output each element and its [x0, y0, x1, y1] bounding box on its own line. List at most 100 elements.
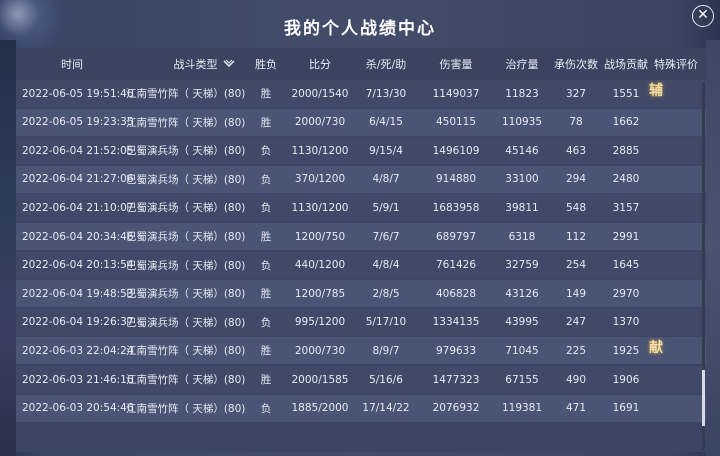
- table-row[interactable]: 2022-06-04 20:34:46 巴蜀演兵场（ 天梯）(80) 胜 1200/7…: [16, 223, 706, 250]
- cell-hits-taken: 225: [565, 344, 587, 357]
- cell-time: 2022-06-04 20:34:46: [22, 230, 134, 243]
- cell-hits-taken: 463: [565, 144, 587, 157]
- cell-result: 负: [260, 259, 272, 272]
- cell-hits-taken: 149: [565, 287, 587, 300]
- cell-kda: 7/6/7: [372, 230, 400, 243]
- cell-time: 2022-06-04 20:13:54: [22, 259, 134, 272]
- table-row[interactable]: 2022-06-05 19:51:46 江南雪竹阵（ 天梯）(80) 胜 2000/1…: [16, 80, 706, 107]
- table-row[interactable]: 2022-06-04 21:52:05 巴蜀演兵场（ 天梯）(80) 负 1130/1…: [16, 137, 706, 165]
- cell-type: 巴蜀演兵场（ 天梯）(80): [126, 316, 246, 329]
- cell-damage: 761426: [435, 259, 477, 272]
- header-time: 时间: [61, 58, 83, 71]
- cell-score: 2000/1540: [291, 87, 349, 100]
- cell-hits-taken: 490: [565, 373, 587, 386]
- cell-time: 2022-06-04 21:52:05: [22, 144, 134, 157]
- cell-kda: 17/14/22: [362, 402, 410, 415]
- cell-time: 2022-06-05 19:51:46: [22, 87, 134, 100]
- records-panel: 时间 战斗类型 胜负 比分 杀/死/助 伤害量 治疗量 承伤次数 战场贡献 特殊…: [16, 48, 706, 452]
- cell-hits-taken: 112: [565, 230, 587, 243]
- cell-special: [631, 362, 681, 389]
- cell-type: 江南雪竹阵（ 天梯）(80): [126, 116, 246, 129]
- cell-score: 1200/785: [294, 287, 346, 300]
- table-row[interactable]: 2022-06-05 19:23:35 江南雪竹阵（ 天梯）(80) 胜 2000/7…: [16, 108, 706, 136]
- cell-damage: 1149037: [432, 87, 480, 100]
- cell-score: 1130/1200: [291, 201, 349, 214]
- cell-type: 江南雪竹阵（ 天梯）(80): [126, 374, 246, 386]
- cell-result: 胜: [260, 345, 272, 358]
- cell-kda: 8/9/7: [372, 344, 400, 357]
- cell-type: 巴蜀演兵场（ 天梯）(80): [126, 173, 246, 186]
- cell-damage: 406828: [435, 287, 477, 300]
- table-row[interactable]: 2022-06-04 19:26:37 巴蜀演兵场（ 天梯）(80) 负 995/12…: [16, 308, 706, 336]
- cell-kda: 5/9/1: [372, 201, 400, 214]
- cell-hits-taken: 327: [565, 87, 587, 100]
- cell-result: 胜: [260, 231, 272, 243]
- cell-time: 2022-06-04 21:27:06: [22, 173, 134, 186]
- cell-score: 2000/730: [294, 344, 346, 357]
- cell-time: 2022-06-04 19:48:53: [22, 287, 134, 300]
- cell-result: 胜: [260, 116, 272, 129]
- cell-heal: 43126: [505, 287, 539, 300]
- cell-kda: 5/17/10: [365, 316, 407, 329]
- cell-result: 负: [260, 402, 272, 415]
- cell-kda: 4/8/4: [372, 259, 400, 272]
- cell-heal: 43995: [505, 316, 539, 329]
- cell-score: 1200/750: [294, 230, 346, 243]
- cell-damage: 1334135: [432, 316, 480, 329]
- cell-kda: 2/8/5: [372, 287, 400, 300]
- cell-special: [631, 248, 681, 275]
- cell-hits-taken: 548: [565, 201, 587, 214]
- cell-special: [631, 190, 681, 217]
- cell-type: 巴蜀演兵场（ 天梯）(80): [126, 202, 246, 215]
- cell-time: 2022-06-03 21:46:16: [22, 373, 134, 386]
- header-type-sort[interactable]: 战斗类型: [154, 48, 254, 80]
- header-score: 比分: [309, 58, 331, 71]
- close-button[interactable]: ✕: [692, 5, 714, 27]
- cell-hits-taken: 254: [565, 259, 587, 272]
- cell-time: 2022-06-03 22:04:24: [22, 344, 134, 357]
- cell-special: 献: [649, 339, 663, 356]
- cell-special: [631, 391, 681, 418]
- window-title: 我的个人战绩中心: [284, 19, 436, 39]
- cell-damage: 1496109: [432, 144, 480, 157]
- close-icon: ✕: [697, 7, 709, 23]
- cell-special: [631, 305, 681, 332]
- cell-score: 370/1200: [294, 173, 346, 186]
- cell-heal: 39811: [505, 201, 539, 214]
- table-row[interactable]: 2022-06-04 20:13:54 巴蜀演兵场（ 天梯）(80) 负 440/12…: [16, 251, 706, 279]
- cell-score: 440/1200: [294, 259, 346, 272]
- scrollbar-thumb[interactable]: [702, 370, 705, 426]
- background-left-strip: [0, 40, 16, 456]
- cell-hits-taken: 294: [565, 173, 587, 186]
- table-row[interactable]: 2022-06-03 21:46:16 江南雪竹阵（ 天梯）(80) 胜 2000/1…: [16, 366, 706, 393]
- cell-score: 995/1200: [294, 316, 346, 329]
- cell-special: [631, 219, 681, 246]
- cell-time: 2022-06-03 20:54:46: [22, 402, 134, 415]
- table-row[interactable]: 2022-06-03 22:04:24 江南雪竹阵（ 天梯）(80) 胜 2000/7…: [16, 337, 706, 365]
- cell-heal: 71045: [505, 344, 539, 357]
- table-row[interactable]: 2022-06-03 20:54:46 江南雪竹阵（ 天梯）(80) 负 1885/2…: [16, 394, 706, 422]
- cell-damage: 1477323: [432, 373, 480, 386]
- cell-result: 胜: [260, 288, 272, 301]
- cell-damage: 689797: [435, 230, 477, 243]
- table-row[interactable]: 2022-06-04 21:10:07 巴蜀演兵场（ 天梯）(80) 负 1130/1…: [16, 194, 706, 222]
- cell-type: 巴蜀演兵场（ 天梯）(80): [126, 288, 246, 301]
- cell-kda: 6/4/15: [369, 116, 403, 129]
- header-hits-taken: 承伤次数: [554, 58, 598, 71]
- cell-kda: 4/8/7: [372, 173, 400, 186]
- cell-heal: 11823: [505, 87, 539, 100]
- cell-time: 2022-06-05 19:23:35: [22, 116, 134, 129]
- table-row[interactable]: 2022-06-04 19:48:53 巴蜀演兵场（ 天梯）(80) 胜 1200/7…: [16, 280, 706, 308]
- cell-kda: 7/13/30: [365, 87, 407, 100]
- table-header: 时间 战斗类型 胜负 比分 杀/死/助 伤害量 治疗量 承伤次数 战场贡献 特殊…: [16, 48, 706, 80]
- cell-result: 胜: [260, 374, 272, 386]
- cell-heal: 33100: [505, 173, 539, 186]
- cell-special: [631, 276, 681, 303]
- table-row[interactable]: 2022-06-04 21:27:06 巴蜀演兵场（ 天梯）(80) 负 370/12…: [16, 165, 706, 193]
- cell-special: [631, 162, 681, 189]
- cell-result: 负: [260, 173, 272, 186]
- header-heal: 治疗量: [505, 58, 539, 71]
- cell-type: 巴蜀演兵场（ 天梯）(80): [126, 259, 246, 272]
- cell-heal: 6318: [508, 230, 536, 243]
- cell-damage: 2076932: [432, 402, 480, 415]
